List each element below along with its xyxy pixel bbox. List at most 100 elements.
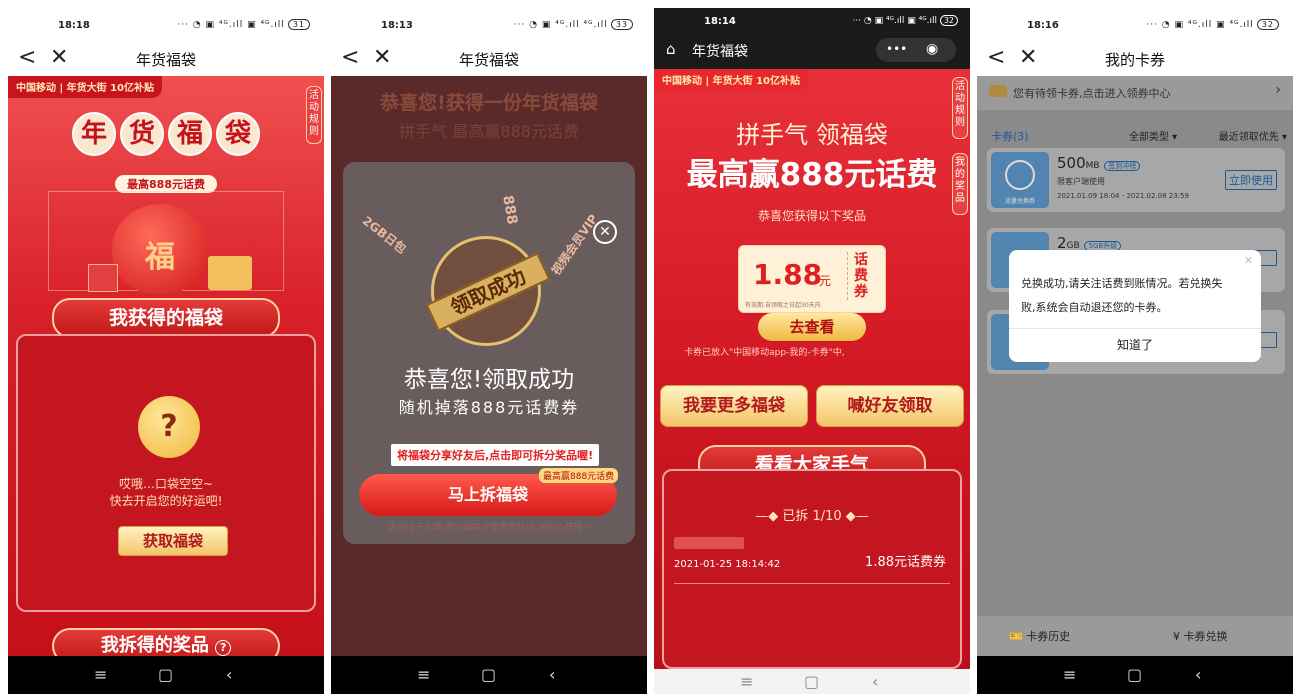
back-nav-icon[interactable]: ‹ xyxy=(226,665,232,684)
coupon-note: 卡券已放入"中国移动app-我的-卡券"中, xyxy=(684,348,845,358)
tab-history-label: 卡券历史 xyxy=(1026,630,1071,643)
home-icon[interactable]: ⌂ xyxy=(666,40,676,58)
record-prize: 1.88元话费券 xyxy=(865,555,946,570)
status-icons: ··· ◔ ▣ ⁴ᴳ.ıll ▣ ⁴ᴳ.ıll 32 xyxy=(1146,19,1279,30)
system-nav-bar: ≡ ▢ ‹ xyxy=(654,669,970,694)
status-time: 18:14 xyxy=(704,16,736,27)
type-filter-label: 全部类型 xyxy=(1129,132,1169,143)
system-nav-bar: ≡ ▢ ‹ xyxy=(977,656,1293,694)
luck-panel: —◆ 已拆 1/10 ◆— 2021-01-25 18:14:42 1.88元话… xyxy=(662,469,962,669)
coupon-page-dimmed: 您有待领卡券,点击进入领券中心 › 卡券(3) 全部类型 ▾ 最近领取优先 ▾ … xyxy=(977,76,1293,656)
card-tag: 签到冲榜 xyxy=(1104,161,1141,171)
bottom-tabs: 🎫 卡券历史 ¥ 卡券兑换 xyxy=(977,616,1293,656)
status-time: 18:13 xyxy=(381,20,413,31)
coupon-icon xyxy=(989,85,1007,97)
bags-panel: ? 哎哦…口袋空空~ 快去开启您的好运吧! 获取福袋 xyxy=(16,334,316,612)
bag-char: 福 xyxy=(145,240,175,275)
deco-data-pack: 2GB日包 xyxy=(359,213,409,257)
card-date: 2021.01.09 18:04 - 2021.02.08 23:59 xyxy=(1057,192,1189,200)
empty-message: 哎哦…口袋空空~ 快去开启您的好运吧! xyxy=(18,476,314,510)
event-page-dimmed: 恭喜您!获得一份年货福袋 拼手气 最高赢888元话费 2GB日包 视频会员VIP… xyxy=(331,76,647,656)
deco-vip: 视频会员VIP xyxy=(548,211,601,278)
data-coupon-icon: 流量兑换券 xyxy=(991,152,1049,208)
gift-box xyxy=(88,264,118,292)
card-desc: 限客户端使用 xyxy=(1057,177,1105,186)
success-stamp: 领取成功 xyxy=(425,236,551,346)
back-nav-icon[interactable]: ‹ xyxy=(1195,665,1201,684)
dialog-close-icon[interactable]: ✕ xyxy=(1244,254,1253,267)
battery-icon: 32 xyxy=(939,15,958,26)
avatar-placeholder xyxy=(674,537,744,549)
question-bag-icon: ? xyxy=(138,396,200,458)
opened-text: 已拆 1/10 xyxy=(782,509,842,524)
invite-friend-button[interactable]: 喊好友领取 xyxy=(816,385,964,427)
prize-unit: 元 xyxy=(819,274,832,288)
status-time: 18:18 xyxy=(58,20,90,31)
close-modal-icon[interactable]: ✕ xyxy=(593,220,617,244)
home-icon[interactable]: ▢ xyxy=(158,665,173,684)
headline-1: 拼手气 领福袋 xyxy=(736,121,888,149)
capsule-menu: ••• ◉ xyxy=(876,38,956,62)
page-title: 年货福袋 xyxy=(692,44,748,60)
coupon-card: 流量兑换券 500MB 签到冲榜 限客户端使用 2021.01.09 18:04… xyxy=(987,148,1285,212)
battery-icon: 33 xyxy=(610,19,633,30)
get-bag-button[interactable]: 获取福袋 xyxy=(118,526,228,556)
status-icons: ··· ◔ ▣ ⁴ᴳ.ıll ▣ ⁴ᴳ.ıll 32 xyxy=(852,15,958,26)
target-icon[interactable]: ◉ xyxy=(926,38,938,60)
card-amount-unit: MB xyxy=(1085,161,1100,171)
back-nav-icon[interactable]: ‹ xyxy=(549,665,555,684)
system-nav-bar: ≡ ▢ ‹ xyxy=(331,656,647,694)
page-title: 年货福袋 xyxy=(135,51,196,69)
help-icon[interactable]: ? xyxy=(215,640,232,656)
menu-icon[interactable]: ≡ xyxy=(740,672,753,691)
record-time: 2021-01-25 18:14:42 xyxy=(674,559,781,570)
title-char: 福 xyxy=(168,112,212,156)
headline-2: 最高赢888元话费 xyxy=(686,157,938,193)
chevron-right-icon: › xyxy=(1275,82,1281,98)
result-page: 中国移动 | 年货大街 10亿补贴 活动规则 我的奖品 拼手气 领福袋 最高赢8… xyxy=(654,69,970,669)
tab-exchange[interactable]: ¥ 卡券兑换 xyxy=(1173,628,1228,644)
more-icon[interactable]: ••• xyxy=(886,38,907,60)
nav-bar: < ✕ 我的卡券 xyxy=(977,44,1293,76)
coupon-count: 卡券(3) xyxy=(991,130,1029,143)
title-char: 袋 xyxy=(216,112,260,156)
more-bags-button[interactable]: 我要更多福袋 xyxy=(660,385,808,427)
lucky-bag-image: 福 xyxy=(112,204,208,294)
won-text: 恭喜您获得以下奖品 xyxy=(757,209,866,223)
status-icons: ··· ◔ ▣ ⁴ᴳ.ıll ⁴ᴳ.ıll 33 xyxy=(514,19,633,30)
sort-filter[interactable]: 最近领取优先 ▾ xyxy=(1219,128,1287,143)
bg-title: 恭喜您!获得一份年货福袋 xyxy=(380,92,598,114)
type-filter[interactable]: 全部类型 ▾ xyxy=(1129,128,1177,143)
use-now-button[interactable]: 立即使用 xyxy=(1225,170,1277,190)
menu-icon[interactable]: ≡ xyxy=(417,665,430,684)
notice-bar[interactable]: 您有待领卡券,点击进入领券中心 › xyxy=(977,76,1293,110)
home-icon[interactable]: ▢ xyxy=(804,672,819,691)
menu-icon[interactable]: ≡ xyxy=(1063,665,1076,684)
prizes-title: 我拆得的奖品 xyxy=(100,635,209,656)
brand-banner: 中国移动 | 年货大街 10亿补贴 xyxy=(654,69,809,91)
sort-label: 最近领取优先 xyxy=(1218,132,1279,143)
home-icon[interactable]: ▢ xyxy=(1127,665,1142,684)
status-bar: 18:18 ··· ◔ ▣ ⁴ᴳ.ıll ▣ ⁴ᴳ.ıll 31 xyxy=(8,8,324,44)
share-tooltip: 将福袋分享好友后,点击即可拆分奖品喔! xyxy=(391,444,600,466)
app-header: 18:14 ··· ◔ ▣ ⁴ᴳ.ıll ▣ ⁴ᴳ.ıll 32 ⌂ 年货福袋 … xyxy=(654,8,970,69)
card-amount-value: 500 xyxy=(1057,154,1086,172)
event-page: 中国移动 | 年货大街 10亿补贴 活动规则 年货福袋 最高888元话费 福 我… xyxy=(8,76,324,664)
home-icon[interactable]: ▢ xyxy=(481,665,496,684)
exchange-icon: ¥ xyxy=(1173,630,1180,643)
gift-box xyxy=(208,256,252,290)
status-time: 18:16 xyxy=(1027,20,1059,31)
back-nav-icon[interactable]: ‹ xyxy=(872,672,878,691)
brand-banner: 中国移动 | 年货大街 10亿补贴 xyxy=(8,76,163,98)
title-char: 货 xyxy=(120,112,164,156)
nav-bar: < ✕ 年货福袋 xyxy=(8,44,324,76)
tab-history[interactable]: 🎫 卡券历史 xyxy=(1009,628,1070,644)
dialog-line-2: 败,系统会自动退还您的卡券。 xyxy=(1021,301,1168,314)
max-prize-badge: 最高赢888元话费 xyxy=(539,468,619,483)
menu-icon[interactable]: ≡ xyxy=(94,665,107,684)
title-char: 年 xyxy=(72,112,116,156)
got-it-button[interactable]: 知道了 xyxy=(1009,336,1261,353)
check-button[interactable]: 去查看 xyxy=(758,313,866,341)
prize-amount: 1.88 xyxy=(753,258,823,291)
success-modal: 2GB日包 视频会员VIP 888 领取成功 ✕ 恭喜您!领取成功 随机掉落88… xyxy=(343,162,635,544)
